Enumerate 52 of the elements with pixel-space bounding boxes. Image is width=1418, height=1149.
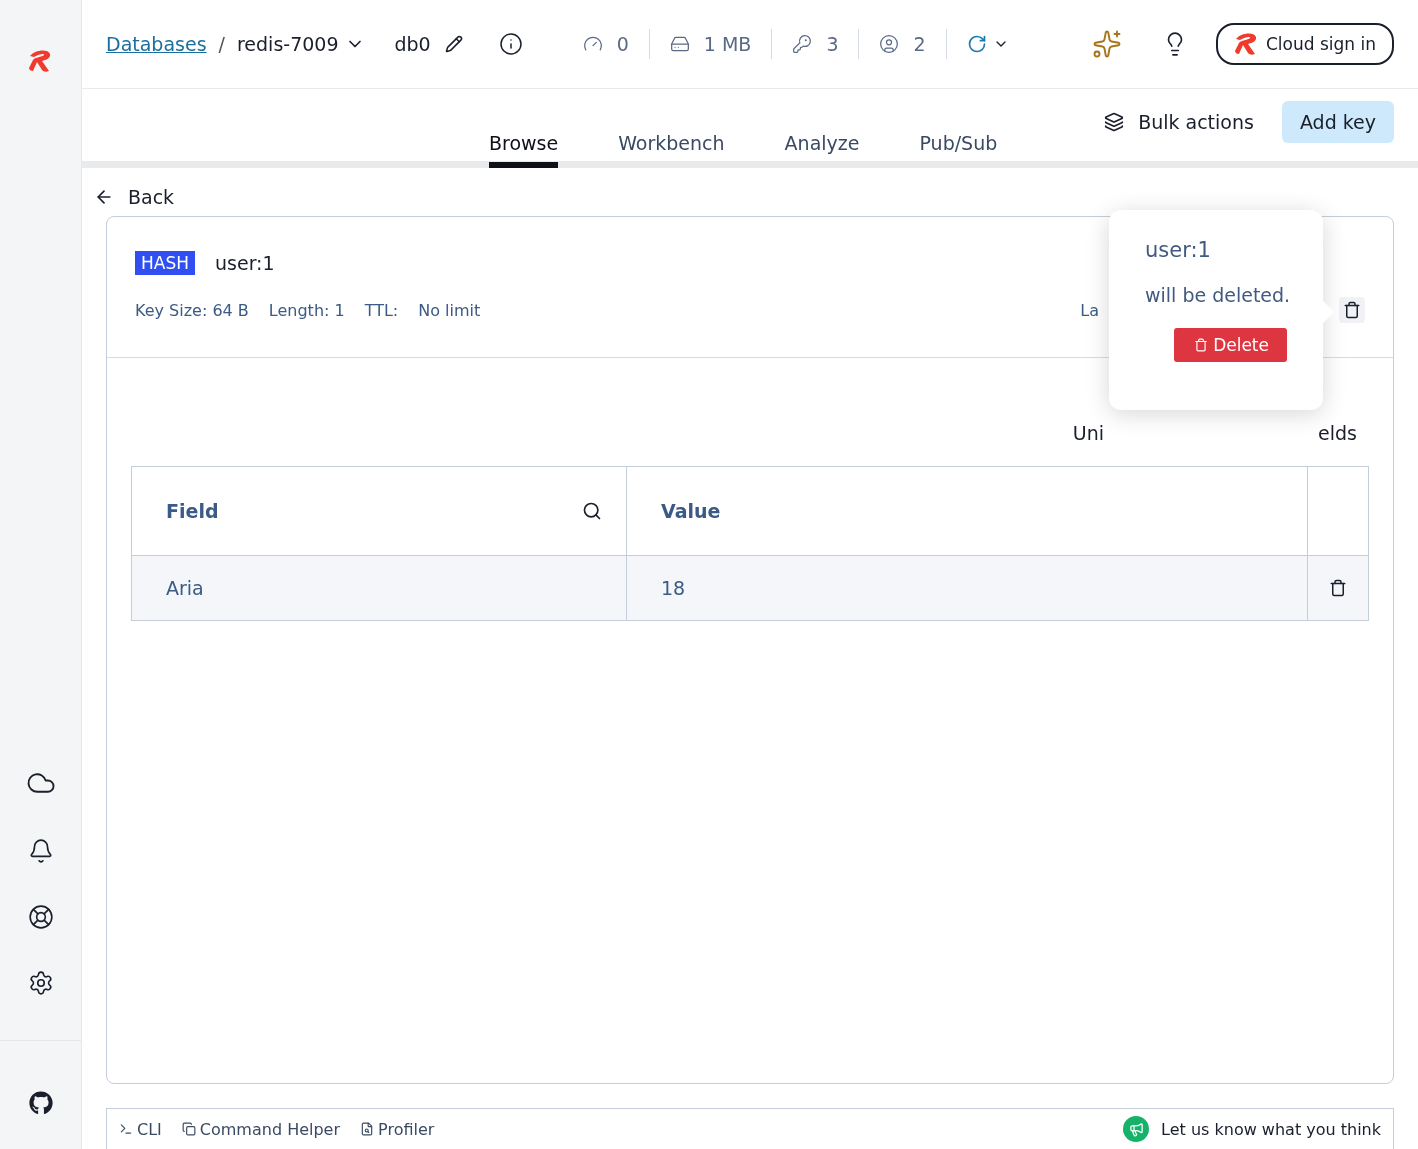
search-icon[interactable] [582,501,602,521]
bulk-actions-button[interactable]: Bulk actions [1098,110,1260,134]
layers-icon [1104,112,1125,132]
tab[interactable]: Pub/Sub [919,132,998,168]
trash-icon [1194,338,1209,352]
edit-icon[interactable] [444,35,463,53]
cli-icon [119,1122,133,1136]
settings-icon[interactable] [27,970,54,996]
tab[interactable]: Browse [489,132,559,168]
fields-summary: Uni [1072,422,1105,444]
megaphone-icon [1123,1116,1150,1142]
feedback-link[interactable]: Let us know what you think [1123,1116,1381,1142]
cloud-sign-in-button[interactable]: Cloud sign in [1216,23,1394,65]
keys-icon [792,34,813,54]
table-cell: Aria [132,556,627,620]
info-icon[interactable] [498,32,523,56]
db-index: db0 [394,33,431,55]
popover-title: user:1 [1145,238,1212,262]
database-name[interactable]: redis-7009 [236,33,339,55]
key-size: Key Size: 64 B [135,300,249,320]
tab[interactable]: Workbench [618,132,725,168]
stat-value: 0 [616,33,629,55]
fields-summary: elds [1318,422,1357,444]
breadcrumb-separator: / [218,33,225,55]
delete-button[interactable]: Delete [1174,328,1287,362]
helper-icon [181,1122,196,1136]
help-icon[interactable] [27,904,54,930]
ttl-value: No limit [418,300,481,320]
table-cell: 18 [627,556,1308,620]
sparkles-icon[interactable] [1092,29,1122,59]
add-key-button[interactable]: Add key [1281,101,1394,143]
ttl-label: TTL: [364,300,399,320]
footer-tool-button[interactable]: Profiler [360,1119,435,1139]
refresh-icon[interactable] [966,34,987,54]
profiler-icon [360,1122,375,1136]
key-type-badge: HASH [135,251,195,275]
stat-value: 3 [826,33,839,55]
clients-icon [879,34,900,54]
key-info-text: La [1080,300,1099,320]
stat-value: 1 MB [703,33,752,55]
key-length: Length: 1 [268,300,345,320]
key-name: user:1 [215,252,275,274]
delete-key-button[interactable] [1339,297,1365,323]
memory-icon [669,34,690,54]
popover-message: will be deleted. [1145,284,1287,306]
footer-tool-button[interactable]: CLI [119,1119,162,1139]
back-button[interactable]: Back [82,168,187,216]
footer-tool-button[interactable]: Command Helper [181,1119,341,1139]
github-icon[interactable] [28,1091,53,1115]
stat-value: 2 [913,33,926,55]
databases-link[interactable]: Databases [106,33,207,55]
tab[interactable]: Analyze [784,132,860,168]
